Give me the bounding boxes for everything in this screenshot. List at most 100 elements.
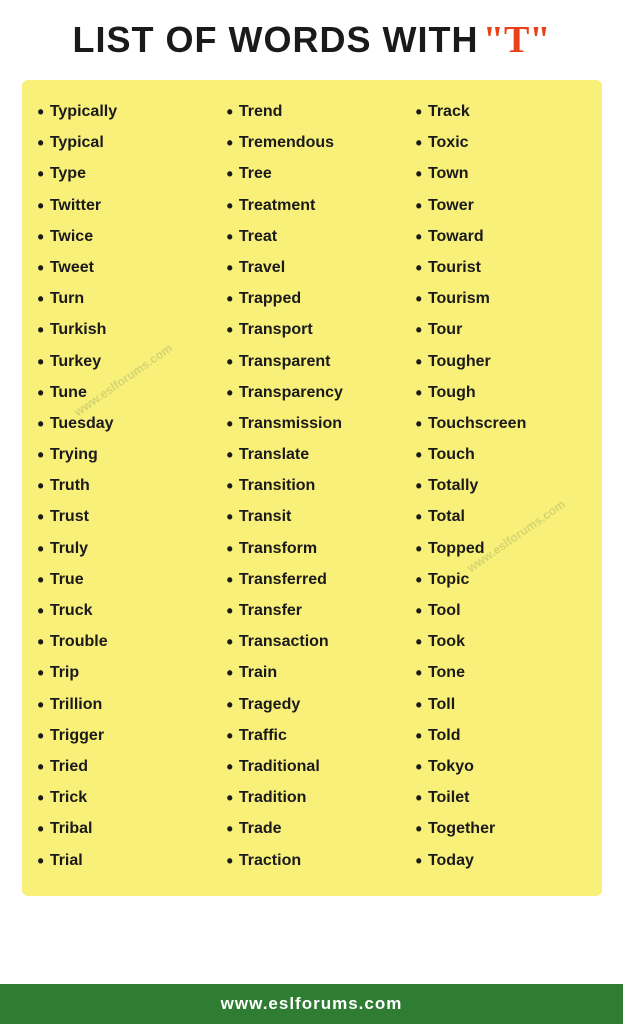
word-label: Turkey — [50, 350, 101, 374]
word-label: Transparent — [239, 350, 331, 374]
word-label: Tree — [239, 162, 272, 186]
word-label: Toll — [428, 693, 455, 717]
list-item: •Truth — [38, 474, 208, 499]
word-label: Traditional — [239, 755, 320, 779]
bullet-icon: • — [227, 443, 233, 468]
word-label: Trade — [239, 817, 282, 841]
word-label: Toilet — [428, 786, 469, 810]
bullet-icon: • — [227, 225, 233, 250]
list-item: •Tune — [38, 381, 208, 406]
bullet-icon: • — [416, 256, 422, 281]
word-label: Trick — [50, 786, 87, 810]
word-label: Topic — [428, 568, 469, 592]
word-label: Tourism — [428, 287, 490, 311]
word-label: Travel — [239, 256, 285, 280]
bullet-icon: • — [38, 350, 44, 375]
word-label: Transform — [239, 537, 317, 561]
list-item: •Transparent — [227, 350, 397, 375]
bullet-icon: • — [227, 849, 233, 874]
list-item: •Tremendous — [227, 131, 397, 156]
word-label: Tough — [428, 381, 476, 405]
bullet-icon: • — [38, 568, 44, 593]
word-label: Twice — [50, 225, 93, 249]
content-box: •Typically•Typical•Type•Twitter•Twice•Tw… — [22, 80, 602, 896]
bullet-icon: • — [416, 287, 422, 312]
bullet-icon: • — [38, 162, 44, 187]
bullet-icon: • — [416, 162, 422, 187]
list-item: •Turkey — [38, 350, 208, 375]
list-item: •Transfer — [227, 599, 397, 624]
word-label: Transport — [239, 318, 313, 342]
list-item: •Total — [416, 505, 586, 530]
list-item: •Trust — [38, 505, 208, 530]
word-label: Tribal — [50, 817, 93, 841]
list-item: •Toxic — [416, 131, 586, 156]
bullet-icon: • — [416, 661, 422, 686]
word-label: Typical — [50, 131, 104, 155]
bullet-icon: • — [38, 693, 44, 718]
word-label: Took — [428, 630, 465, 654]
page-header: LIST OF WORDS WITH "T" — [0, 0, 623, 72]
list-item: •Totally — [416, 474, 586, 499]
bullet-icon: • — [227, 412, 233, 437]
word-label: Told — [428, 724, 461, 748]
word-label: Trying — [50, 443, 98, 467]
list-item: •Trapped — [227, 287, 397, 312]
word-label: Tokyo — [428, 755, 474, 779]
bullet-icon: • — [416, 225, 422, 250]
word-label: Tune — [50, 381, 87, 405]
list-item: •Tried — [38, 755, 208, 780]
bullet-icon: • — [38, 724, 44, 749]
list-item: •Treat — [227, 225, 397, 250]
list-item: •Told — [416, 724, 586, 749]
word-label: Transmission — [239, 412, 342, 436]
bullet-icon: • — [38, 287, 44, 312]
word-label: Transit — [239, 505, 291, 529]
bullet-icon: • — [416, 443, 422, 468]
bullet-icon: • — [416, 100, 422, 125]
word-label: Transition — [239, 474, 315, 498]
word-label: Truly — [50, 537, 88, 561]
bullet-icon: • — [227, 568, 233, 593]
bullet-icon: • — [416, 350, 422, 375]
list-item: •Today — [416, 849, 586, 874]
list-item: •Trip — [38, 661, 208, 686]
bullet-icon: • — [227, 505, 233, 530]
bullet-icon: • — [38, 443, 44, 468]
page-wrapper: LIST OF WORDS WITH "T" •Typically•Typica… — [0, 0, 623, 1024]
word-label: Toward — [428, 225, 484, 249]
list-item: •Tougher — [416, 350, 586, 375]
bullet-icon: • — [38, 100, 44, 125]
word-label: Town — [428, 162, 469, 186]
column-1: •Typically•Typical•Type•Twitter•Twice•Tw… — [38, 100, 208, 880]
bullet-icon: • — [227, 786, 233, 811]
list-item: •Tourism — [416, 287, 586, 312]
word-label: Track — [428, 100, 470, 124]
bullet-icon: • — [227, 194, 233, 219]
list-item: •Tribal — [38, 817, 208, 842]
list-item: •Transition — [227, 474, 397, 499]
list-item: •Tool — [416, 599, 586, 624]
bullet-icon: • — [416, 318, 422, 343]
list-item: •Tough — [416, 381, 586, 406]
bullet-icon: • — [416, 505, 422, 530]
word-label: Traction — [239, 849, 301, 873]
word-label: Touch — [428, 443, 475, 467]
word-label: Trillion — [50, 693, 102, 717]
bullet-icon: • — [38, 755, 44, 780]
word-label: Together — [428, 817, 495, 841]
list-item: •Treatment — [227, 194, 397, 219]
list-item: •Trouble — [38, 630, 208, 655]
bullet-icon: • — [416, 755, 422, 780]
list-item: •Transaction — [227, 630, 397, 655]
bullet-icon: • — [38, 505, 44, 530]
list-item: •Tradition — [227, 786, 397, 811]
list-item: •Tokyo — [416, 755, 586, 780]
list-item: •Travel — [227, 256, 397, 281]
bullet-icon: • — [416, 194, 422, 219]
bullet-icon: • — [227, 287, 233, 312]
word-label: Trigger — [50, 724, 104, 748]
word-label: Trapped — [239, 287, 301, 311]
word-label: Train — [239, 661, 277, 685]
bullet-icon: • — [416, 381, 422, 406]
